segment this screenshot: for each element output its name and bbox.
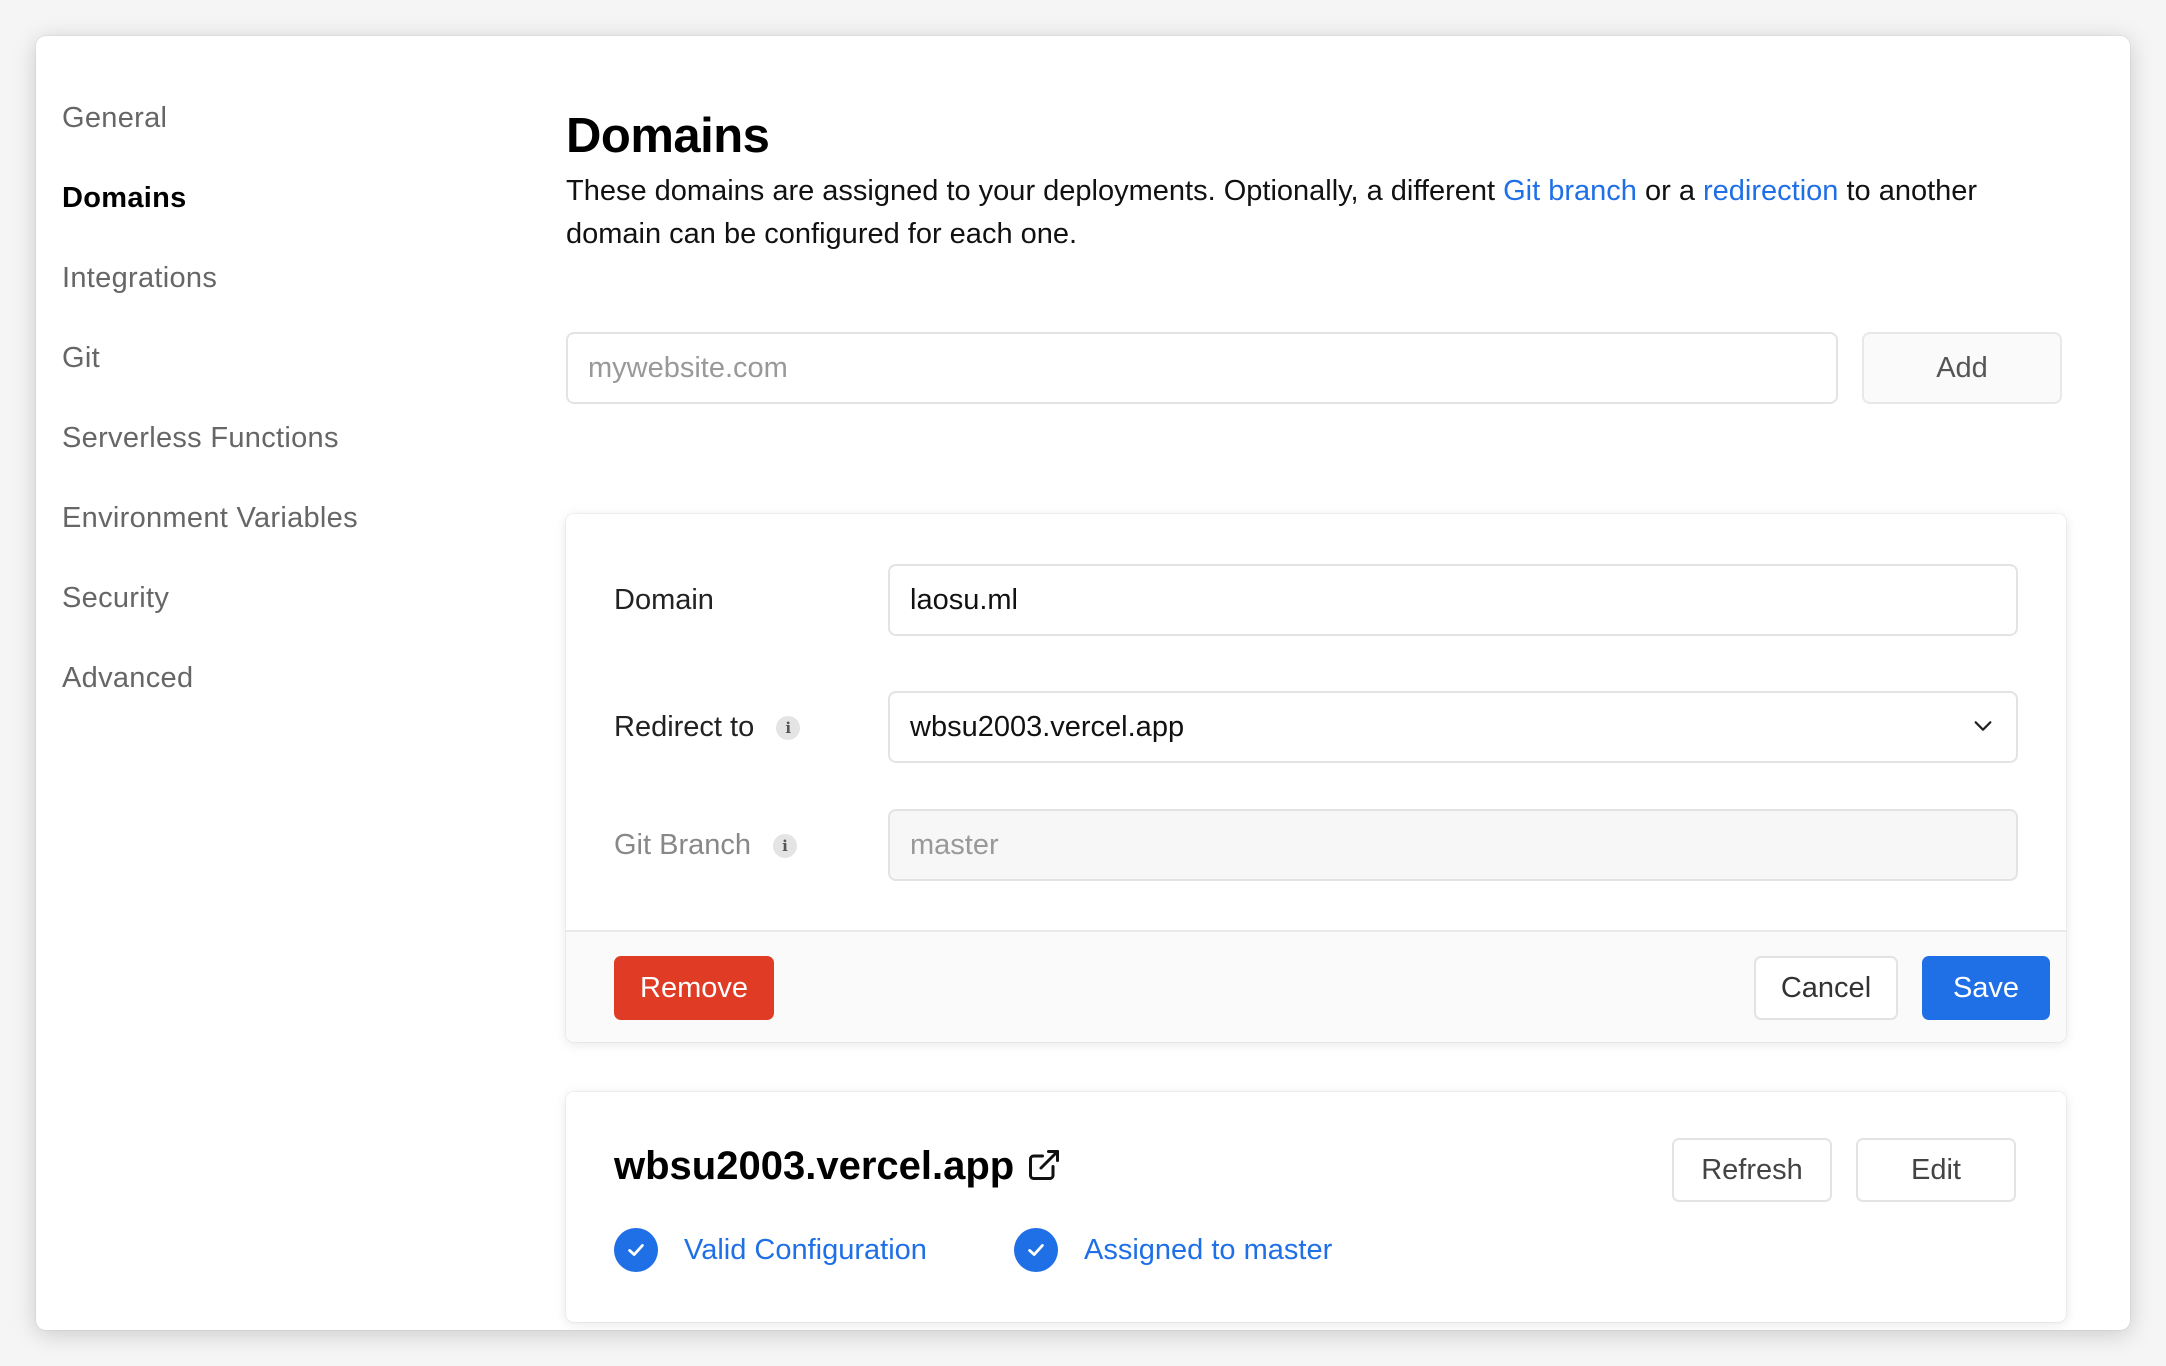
description-text: or a — [1636, 175, 1704, 207]
redirect-select[interactable]: wbsu2003.vercel.app — [888, 691, 2018, 763]
redirection-link[interactable]: redirection — [1703, 175, 1838, 207]
sidebar-item-integrations[interactable]: Integrations — [62, 256, 502, 336]
domain-card: wbsu2003.vercel.app Refresh Edit Valid C… — [566, 1092, 2066, 1322]
sidebar-item-security[interactable]: Security — [62, 576, 502, 656]
sidebar-item-serverless-functions[interactable]: Serverless Functions — [62, 416, 502, 496]
edit-card-footer: Remove Cancel Save — [566, 930, 2066, 1042]
info-icon[interactable]: i — [776, 716, 801, 741]
sidebar-item-git[interactable]: Git — [62, 336, 502, 416]
valid-configuration-status: Valid Configuration — [614, 1226, 927, 1274]
git-branch-link[interactable]: Git branch — [1503, 175, 1637, 207]
git-branch-field: master — [888, 809, 2018, 881]
refresh-button[interactable]: Refresh — [1672, 1138, 1832, 1202]
redirect-label-wrap: Redirect to i — [614, 691, 801, 763]
description-text: These domains are assigned to your deplo… — [566, 175, 1504, 207]
domain-edit-card: Domain laosu.ml Redirect to i wbsu2003.ve… — [566, 514, 2066, 1042]
remove-button[interactable]: Remove — [614, 956, 774, 1020]
add-domain-button[interactable]: Add — [1862, 332, 2062, 404]
cancel-button[interactable]: Cancel — [1754, 956, 1898, 1020]
check-circle-icon — [1014, 1228, 1058, 1272]
git-branch-label-wrap: Git Branch i — [614, 809, 797, 881]
chevron-down-icon — [1974, 721, 1992, 731]
domain-heading: wbsu2003.vercel.app — [614, 1144, 1062, 1189]
save-button[interactable]: Save — [1922, 956, 2050, 1020]
domain-label: Domain — [614, 584, 714, 616]
git-branch-label: Git Branch — [614, 829, 751, 861]
add-domain-input[interactable] — [566, 332, 1838, 404]
info-icon[interactable]: i — [773, 834, 797, 859]
redirect-value: wbsu2003.vercel.app — [910, 711, 1185, 743]
domain-row: Domain laosu.ml — [614, 564, 2018, 636]
page-title: Domains — [566, 109, 770, 163]
sidebar-item-advanced[interactable]: Advanced — [62, 656, 502, 736]
assigned-to-master-label[interactable]: Assigned to master — [1084, 1234, 1332, 1267]
external-link-icon[interactable] — [1026, 1147, 1062, 1183]
add-domain-row: Add — [566, 332, 2066, 404]
settings-window: General Domains Integrations Git Serverl… — [36, 36, 2130, 1330]
domain-field[interactable]: laosu.ml — [888, 564, 2018, 636]
redirect-row: Redirect to i wbsu2003.vercel.app — [614, 691, 2018, 763]
redirect-label: Redirect to — [614, 711, 755, 743]
page-description: These domains are assigned to your deplo… — [566, 170, 2066, 256]
sidebar-item-environment-variables[interactable]: Environment Variables — [62, 496, 502, 576]
valid-configuration-label[interactable]: Valid Configuration — [684, 1234, 927, 1267]
edit-button[interactable]: Edit — [1856, 1138, 2016, 1202]
settings-sidebar: General Domains Integrations Git Serverl… — [62, 96, 502, 736]
git-branch-row: Git Branch i master — [614, 809, 2018, 881]
domain-name[interactable]: wbsu2003.vercel.app — [614, 1144, 1014, 1188]
sidebar-item-general[interactable]: General — [62, 96, 502, 176]
sidebar-item-domains[interactable]: Domains — [62, 176, 502, 256]
assigned-branch-status: Assigned to master — [1014, 1226, 1332, 1274]
check-circle-icon — [614, 1228, 658, 1272]
